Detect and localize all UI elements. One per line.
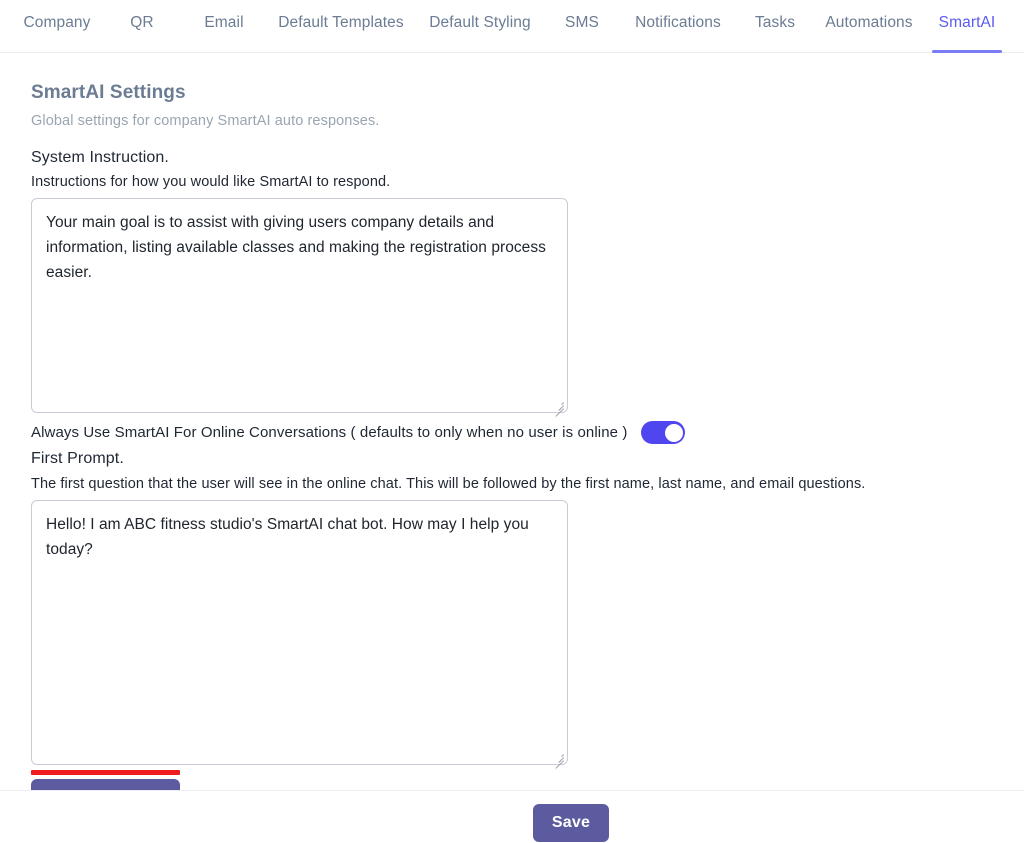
first-prompt-wrapper: Hello! I am ABC fitness studio's SmartAI… bbox=[31, 500, 568, 765]
system-instruction-label: System Instruction. bbox=[31, 149, 169, 167]
always-use-smartai-label: Always Use SmartAI For Online Conversati… bbox=[31, 424, 627, 441]
tab-label: Email bbox=[204, 14, 243, 32]
tab-tasks[interactable]: Tasks bbox=[748, 0, 802, 53]
system-instruction-help: Instructions for how you would like Smar… bbox=[31, 174, 390, 190]
always-use-smartai-row: Always Use SmartAI For Online Conversati… bbox=[31, 421, 685, 444]
page-title: SmartAI Settings bbox=[31, 82, 186, 104]
annotation-highlight-top bbox=[31, 770, 180, 775]
tab-label: Automations bbox=[825, 14, 912, 32]
tab-qr[interactable]: QR bbox=[120, 0, 164, 53]
tab-default-styling[interactable]: Default Styling bbox=[420, 0, 540, 53]
tab-default-templates[interactable]: Default Templates bbox=[268, 0, 414, 53]
settings-content: SmartAI Settings Global settings for com… bbox=[0, 53, 1024, 790]
tab-label: QR bbox=[130, 14, 153, 32]
footer-bar: Save bbox=[0, 790, 1024, 843]
tab-company[interactable]: Company bbox=[18, 0, 96, 53]
first-prompt-help: The first question that the user will se… bbox=[31, 476, 865, 492]
page-subtitle: Global settings for company SmartAI auto… bbox=[31, 113, 379, 129]
tab-automations[interactable]: Automations bbox=[814, 0, 924, 53]
tab-label: Default Templates bbox=[278, 14, 403, 32]
system-instruction-wrapper: Your main goal is to assist with giving … bbox=[31, 198, 568, 413]
tab-label: Default Styling bbox=[429, 14, 530, 32]
tab-sms[interactable]: SMS bbox=[560, 0, 604, 53]
system-instruction-input[interactable]: Your main goal is to assist with giving … bbox=[31, 198, 568, 413]
first-prompt-input[interactable]: Hello! I am ABC fitness studio's SmartAI… bbox=[31, 500, 568, 765]
first-prompt-label: First Prompt. bbox=[31, 450, 124, 468]
tab-label: Tasks bbox=[755, 14, 795, 32]
save-button[interactable]: Save bbox=[533, 804, 609, 842]
always-use-smartai-toggle[interactable] bbox=[641, 421, 685, 444]
settings-tab-bar: Company QR Email Default Templates Defau… bbox=[0, 0, 1024, 53]
tab-label: SMS bbox=[565, 14, 599, 32]
tab-label: Company bbox=[23, 14, 90, 32]
smartai-settings-page: Company QR Email Default Templates Defau… bbox=[0, 0, 1024, 843]
tab-smartai[interactable]: SmartAI bbox=[932, 0, 1002, 53]
toggle-knob bbox=[665, 424, 683, 442]
tab-label: SmartAI bbox=[939, 14, 996, 32]
tab-label: Notifications bbox=[635, 14, 721, 32]
tab-email[interactable]: Email bbox=[196, 0, 252, 53]
tab-notifications[interactable]: Notifications bbox=[620, 0, 736, 53]
